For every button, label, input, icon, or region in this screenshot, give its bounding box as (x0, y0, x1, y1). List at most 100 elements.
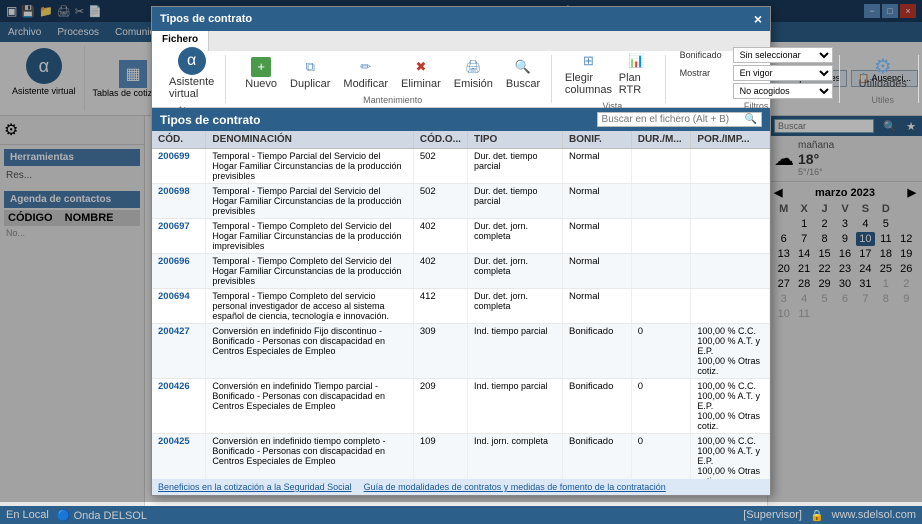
cell-name: Conversión en indefinido tiempo completo… (206, 434, 413, 480)
cell-dur (631, 219, 691, 254)
emision-btn[interactable]: 🖨 Emisión (449, 54, 498, 93)
cell-codo: 309 (413, 324, 467, 379)
table-row[interactable]: 200698 Temporal - Tiempo Parcial del Ser… (152, 184, 770, 219)
table-header: CÓD. DENOMINACIÓN CÓD.O... TIPO BONIF. D… (152, 131, 770, 149)
duplicar-btn[interactable]: ⧉ Duplicar (285, 54, 335, 93)
dialog-mantenimiento-group: + Nuevo ⧉ Duplicar ✏ Modificar ✖ (234, 55, 552, 103)
cell-por: 100,00 % C.C.100,00 % A.T. y E.P.100,00 … (691, 379, 770, 434)
dialog-titlebar: Tipos de contrato × (152, 7, 770, 31)
duplicar-icon: ⧉ (300, 57, 320, 77)
table-row[interactable]: 200696 Temporal - Tiempo Completo del Se… (152, 254, 770, 289)
cell-code: 200696 (152, 254, 206, 289)
dialog-ribbon-content: α Asistentevirtual Atenea + Nuevo ⧉ (152, 51, 770, 107)
dialog-ribbon: Fichero α Asistentevirtual Atenea + (152, 31, 770, 108)
cell-bonif: Normal (562, 149, 631, 184)
cell-name: Conversión en indefinido Fijo discontinu… (206, 324, 413, 379)
cell-tipo: Ind. jorn. completa (467, 434, 562, 480)
th-name: DENOMINACIÓN (206, 131, 413, 149)
asistente-virtual-btn[interactable]: α Asistentevirtual (164, 44, 219, 103)
mostrar-select[interactable]: En vigor (733, 65, 833, 81)
cell-dur (631, 289, 691, 324)
th-tipo: TIPO (467, 131, 562, 149)
cell-bonif: Bonificado (562, 324, 631, 379)
cell-dur: 0 (631, 379, 691, 434)
modificar-icon: ✏ (356, 57, 376, 77)
plan-rtr-label: Plan RTR (619, 72, 654, 96)
mostrar-row: Mostrar En vigor (680, 65, 833, 81)
buscar-icon: 🔍 (513, 57, 533, 77)
cell-tipo: Dur. det. jorn. completa (467, 289, 562, 324)
buscar-btn[interactable]: 🔍 Buscar (501, 54, 545, 93)
elegir-columnas-label: Elegircolumnas (565, 72, 612, 96)
acogidos-select[interactable]: No acogidos (733, 83, 833, 99)
elegir-columnas-btn[interactable]: ⊞ Elegircolumnas (566, 48, 611, 99)
mantenimiento-btns: + Nuevo ⧉ Duplicar ✏ Modificar ✖ (240, 54, 545, 93)
cell-name: Conversión en indefinido Tiempo parcial … (206, 379, 413, 434)
table-body: 200699 Temporal - Tiempo Parcial del Ser… (152, 149, 770, 480)
table-row[interactable]: 200426 Conversión en indefinido Tiempo p… (152, 379, 770, 434)
cell-por (691, 289, 770, 324)
cell-codo: 402 (413, 254, 467, 289)
table-row[interactable]: 200697 Temporal - Tiempo Completo del Se… (152, 219, 770, 254)
cell-name: Temporal - Tiempo Completo del Servicio … (206, 219, 413, 254)
modificar-btn[interactable]: ✏ Modificar (338, 54, 393, 93)
dialog-search-input[interactable] (602, 114, 742, 125)
cell-tipo: Ind. tiempo parcial (467, 379, 562, 434)
table-container[interactable]: CÓD. DENOMINACIÓN CÓD.O... TIPO BONIF. D… (152, 131, 770, 479)
cell-dur: 0 (631, 324, 691, 379)
cell-code: 200426 (152, 379, 206, 434)
bonificado-select[interactable]: Sin seleccionar (733, 47, 833, 63)
dialog-body-title: Tipos de contrato (160, 113, 260, 127)
nuevo-icon: + (251, 57, 271, 77)
cell-codo: 109 (413, 434, 467, 480)
elegir-columnas-icon: ⊞ (578, 51, 598, 71)
utiles-group-label: Utiles (872, 95, 895, 105)
cell-bonif: Bonificado (562, 434, 631, 480)
cell-bonif: Bonificado (562, 379, 631, 434)
cell-code: 200427 (152, 324, 206, 379)
footer-link-1[interactable]: Beneficios en la cotización a la Segurid… (158, 482, 352, 492)
th-por: POR./IMP... (691, 131, 770, 149)
cell-codo: 412 (413, 289, 467, 324)
table-row[interactable]: 200699 Temporal - Tiempo Parcial del Ser… (152, 149, 770, 184)
bonificado-row: Bonificado Sin seleccionar (680, 47, 833, 63)
status-right: [Supervisor] 🔒 www.sdelsol.com (743, 509, 916, 522)
dialog-search-box: 🔍 (597, 112, 762, 127)
dialog-footer: Beneficios en la cotización a la Segurid… (152, 479, 770, 495)
cell-name: Temporal - Tiempo Completo del servicio … (206, 289, 413, 324)
footer-link-2[interactable]: Guía de modalidades de contratos y medid… (364, 482, 666, 492)
utilidades-btn[interactable]: ⚙ Utilidades (854, 54, 912, 93)
nuevo-btn[interactable]: + Nuevo (240, 54, 282, 93)
status-local: En Local (6, 509, 49, 522)
dialog-close-button[interactable]: × (754, 11, 762, 27)
th-codo: CÓD.O... (413, 131, 467, 149)
cell-tipo: Dur. det. jorn. completa (467, 219, 562, 254)
cell-codo: 209 (413, 379, 467, 434)
cell-bonif: Normal (562, 219, 631, 254)
eliminar-btn[interactable]: ✖ Eliminar (396, 54, 446, 93)
dialog-atenea-group: α Asistentevirtual Atenea (158, 55, 226, 103)
utilidades-label: Utilidades (859, 78, 907, 90)
nuevo-label: Nuevo (245, 78, 277, 90)
eliminar-icon: ✖ (411, 57, 431, 77)
cell-por (691, 254, 770, 289)
table-row[interactable]: 200425 Conversión en indefinido tiempo c… (152, 434, 770, 480)
cell-dur: 0 (631, 434, 691, 480)
cell-code: 200699 (152, 149, 206, 184)
table-row[interactable]: 200427 Conversión en indefinido Fijo dis… (152, 324, 770, 379)
status-left: En Local 🔵 Onda DELSOL (6, 509, 147, 522)
asistente-virtual-label: Asistentevirtual (169, 76, 214, 100)
cell-por: 100,00 % C.C.100,00 % A.T. y E.P.100,00 … (691, 324, 770, 379)
cell-por (691, 149, 770, 184)
cell-dur (631, 254, 691, 289)
dialog-overlay: Tipos de contrato × Fichero α Asistentev… (0, 0, 922, 502)
table-row[interactable]: 200694 Temporal - Tiempo Completo del se… (152, 289, 770, 324)
plan-rtr-btn[interactable]: 📊 Plan RTR (614, 48, 659, 99)
cell-name: Temporal - Tiempo Parcial del Servicio d… (206, 149, 413, 184)
cell-tipo: Dur. det. tiempo parcial (467, 149, 562, 184)
cell-codo: 502 (413, 149, 467, 184)
dialog-search-icon: 🔍 (745, 114, 757, 125)
cell-code: 200425 (152, 434, 206, 480)
cell-tipo: Dur. det. jorn. completa (467, 254, 562, 289)
cell-codo: 502 (413, 184, 467, 219)
